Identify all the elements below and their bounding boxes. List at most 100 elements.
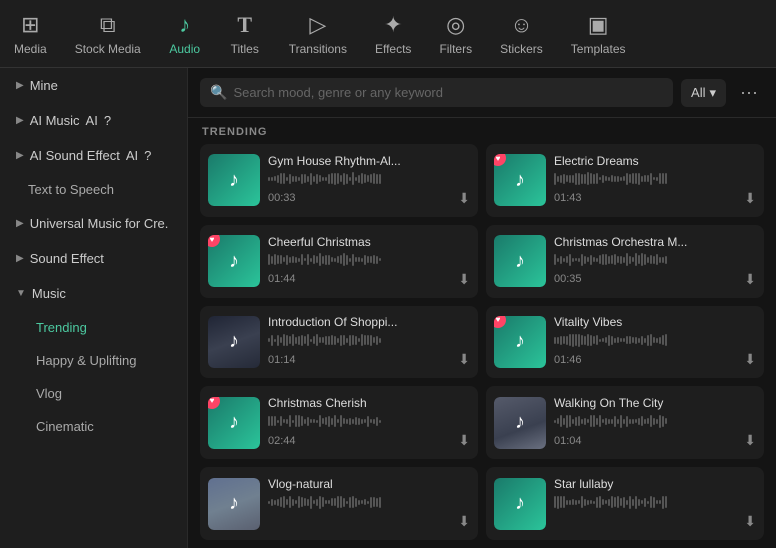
- sidebar-item-sound-effect[interactable]: ▶ Sound Effect: [0, 241, 187, 276]
- sidebar-item-happy-uplifting[interactable]: Happy & Uplifting: [0, 344, 187, 377]
- download-button-cheerful-christmas[interactable]: ⬇: [458, 271, 470, 288]
- music-thumb-electric-dreams: ♥ ♪: [494, 154, 546, 206]
- waveform-vitality-vibes: [554, 333, 756, 347]
- music-thumb-christmas-cherish: ♥ ♪: [208, 397, 260, 449]
- toolbar-media-label: Media: [14, 42, 47, 56]
- toolbar-transitions-label: Transitions: [289, 42, 347, 56]
- music-footer-cheerful-christmas: 01:44 ⬇: [268, 271, 470, 288]
- music-thumb-gym-house: ♪: [208, 154, 260, 206]
- sidebar-item-universal-music[interactable]: ▶ Universal Music for Cre.: [0, 206, 187, 241]
- download-button-vlog-natural[interactable]: ⬇: [458, 513, 470, 530]
- ai-sound-help-icon[interactable]: ?: [144, 148, 151, 163]
- download-button-christmas-cherish[interactable]: ⬇: [458, 432, 470, 449]
- sidebar-sound-effect-label: Sound Effect: [30, 251, 104, 266]
- music-title-star-lullaby: Star lullaby: [554, 477, 756, 491]
- search-input[interactable]: [233, 85, 663, 100]
- music-card-vitality-vibes[interactable]: ♥ ♪ Vitality Vibes 01:46 ⬇: [486, 306, 764, 379]
- sidebar-item-text-to-speech[interactable]: Text to Speech: [0, 173, 187, 206]
- toolbar: ⊞ Media ⧉ Stock Media ♪ Audio T Titles ▷…: [0, 0, 776, 68]
- music-duration-christmas-orchestra: 00:35: [554, 273, 582, 285]
- music-card-gym-house[interactable]: ♪ Gym House Rhythm-Al... 00:33 ⬇: [200, 144, 478, 217]
- waveform-gym-house: [268, 172, 470, 186]
- sidebar-item-cinematic[interactable]: Cinematic: [0, 410, 187, 443]
- toolbar-audio[interactable]: ♪ Audio: [155, 6, 215, 62]
- sidebar-universal-music-label: Universal Music for Cre.: [30, 216, 169, 231]
- waveform-intro-shopping: [268, 333, 470, 347]
- main-area: ▶ Mine ▶ AI Music AI ? ▶ AI Sound Effect…: [0, 68, 776, 548]
- content-panel: 🔍 All ▾ ··· TRENDING ♪ Gym House Rhythm-…: [188, 68, 776, 548]
- music-card-walking-city[interactable]: ♪ Walking On The City 01:04 ⬇: [486, 386, 764, 459]
- music-note-icon-star-lullaby: ♪: [515, 492, 525, 515]
- music-note-icon-gym-house: ♪: [229, 169, 239, 192]
- ai-music-help-icon[interactable]: ?: [104, 113, 111, 128]
- toolbar-media[interactable]: ⊞ Media: [0, 6, 61, 62]
- music-thumb-christmas-orchestra: ♪: [494, 235, 546, 287]
- search-icon: 🔍: [210, 84, 227, 101]
- music-note-icon-walking-city: ♪: [515, 411, 525, 434]
- music-title-intro-shopping: Introduction Of Shoppi...: [268, 315, 470, 329]
- sidebar-item-mine[interactable]: ▶ Mine: [0, 68, 187, 103]
- waveform-electric-dreams: [554, 172, 756, 186]
- toolbar-templates[interactable]: ▣ Templates: [557, 6, 640, 62]
- music-note-icon-vlog-natural: ♪: [229, 492, 239, 515]
- sidebar-item-ai-music[interactable]: ▶ AI Music AI ?: [0, 103, 187, 138]
- music-card-star-lullaby[interactable]: ♪ Star lullaby ⬇: [486, 467, 764, 540]
- filter-button[interactable]: All ▾: [681, 79, 726, 107]
- music-duration-intro-shopping: 01:14: [268, 354, 296, 366]
- music-info-christmas-orchestra: Christmas Orchestra M... 00:35 ⬇: [554, 235, 756, 288]
- music-card-cheerful-christmas[interactable]: ♥ ♪ Cheerful Christmas 01:44 ⬇: [200, 225, 478, 298]
- sidebar-item-ai-sound-effect[interactable]: ▶ AI Sound Effect AI ?: [0, 138, 187, 173]
- music-card-vlog-natural[interactable]: ♪ Vlog-natural ⬇: [200, 467, 478, 540]
- download-button-vitality-vibes[interactable]: ⬇: [744, 351, 756, 368]
- music-chevron-icon: ▼: [16, 288, 26, 299]
- music-duration-electric-dreams: 01:43: [554, 192, 582, 204]
- toolbar-filters[interactable]: ◎ Filters: [425, 6, 486, 62]
- download-button-intro-shopping[interactable]: ⬇: [458, 351, 470, 368]
- toolbar-stock-media[interactable]: ⧉ Stock Media: [61, 6, 155, 62]
- music-footer-christmas-cherish: 02:44 ⬇: [268, 432, 470, 449]
- filter-label: All: [691, 85, 705, 100]
- toolbar-templates-label: Templates: [571, 42, 626, 56]
- sidebar-ai-sound-label: AI Sound Effect: [30, 148, 120, 163]
- toolbar-audio-label: Audio: [169, 42, 200, 56]
- sidebar: ▶ Mine ▶ AI Music AI ? ▶ AI Sound Effect…: [0, 68, 188, 548]
- music-card-christmas-orchestra[interactable]: ♪ Christmas Orchestra M... 00:35 ⬇: [486, 225, 764, 298]
- sidebar-item-trending[interactable]: Trending: [0, 311, 187, 344]
- waveform-walking-city: [554, 414, 756, 428]
- trending-sub-label: Trending: [36, 320, 87, 335]
- music-info-walking-city: Walking On The City 01:04 ⬇: [554, 396, 756, 449]
- music-title-vlog-natural: Vlog-natural: [268, 477, 470, 491]
- sidebar-music-label: Music: [32, 286, 66, 301]
- download-button-gym-house[interactable]: ⬇: [458, 190, 470, 207]
- vlog-label: Vlog: [36, 386, 62, 401]
- music-card-christmas-cherish[interactable]: ♥ ♪ Christmas Cherish 02:44 ⬇: [200, 386, 478, 459]
- waveform-star-lullaby: [554, 495, 756, 509]
- toolbar-stickers[interactable]: ☺ Stickers: [486, 6, 557, 62]
- music-note-icon-electric-dreams: ♪: [515, 169, 525, 192]
- sidebar-item-vlog[interactable]: Vlog: [0, 377, 187, 410]
- music-card-electric-dreams[interactable]: ♥ ♪ Electric Dreams 01:43 ⬇: [486, 144, 764, 217]
- toolbar-effects[interactable]: ✦ Effects: [361, 6, 425, 62]
- download-button-electric-dreams[interactable]: ⬇: [744, 190, 756, 207]
- download-button-star-lullaby[interactable]: ⬇: [744, 513, 756, 530]
- sidebar-item-music[interactable]: ▼ Music: [0, 276, 187, 311]
- music-info-vitality-vibes: Vitality Vibes 01:46 ⬇: [554, 315, 756, 368]
- music-note-icon-cheerful-christmas: ♪: [229, 250, 239, 273]
- music-info-electric-dreams: Electric Dreams 01:43 ⬇: [554, 154, 756, 207]
- music-note-icon-christmas-cherish: ♪: [229, 411, 239, 434]
- music-footer-intro-shopping: 01:14 ⬇: [268, 351, 470, 368]
- toolbar-transitions[interactable]: ▷ Transitions: [275, 6, 361, 62]
- music-title-christmas-orchestra: Christmas Orchestra M...: [554, 235, 756, 249]
- music-card-intro-shopping[interactable]: ♪ Introduction Of Shoppi... 01:14 ⬇: [200, 306, 478, 379]
- download-button-christmas-orchestra[interactable]: ⬇: [744, 271, 756, 288]
- ai-sound-chevron-icon: ▶: [16, 150, 24, 161]
- toolbar-titles[interactable]: T Titles: [215, 6, 275, 62]
- music-info-christmas-cherish: Christmas Cherish 02:44 ⬇: [268, 396, 470, 449]
- search-input-wrap[interactable]: 🔍: [200, 78, 673, 107]
- music-duration-walking-city: 01:04: [554, 435, 582, 447]
- download-button-walking-city[interactable]: ⬇: [744, 432, 756, 449]
- happy-uplifting-label: Happy & Uplifting: [36, 353, 136, 368]
- music-info-star-lullaby: Star lullaby ⬇: [554, 477, 756, 530]
- more-button[interactable]: ···: [734, 78, 764, 107]
- music-title-vitality-vibes: Vitality Vibes: [554, 315, 756, 329]
